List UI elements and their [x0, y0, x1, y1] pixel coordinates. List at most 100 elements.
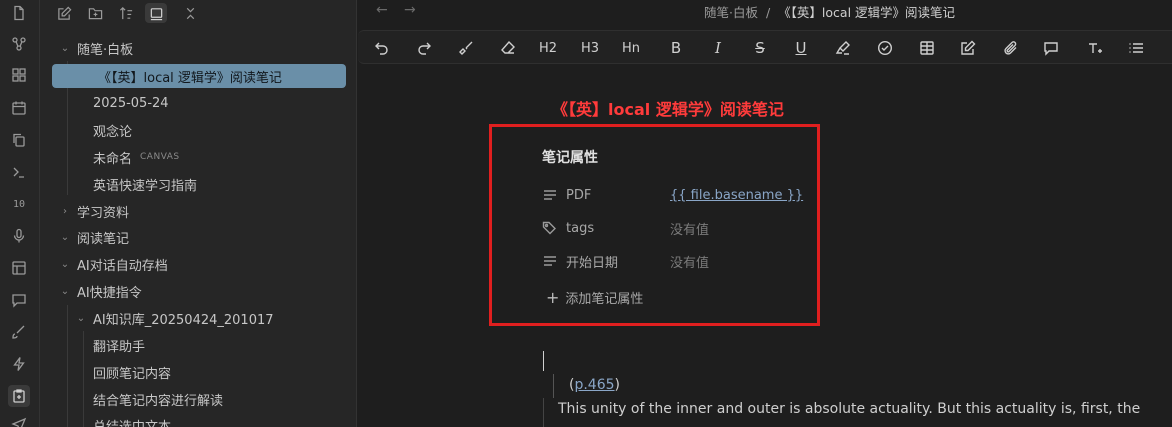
tree-item-label: 随笔·白板 — [77, 42, 134, 58]
quote-border — [553, 374, 554, 398]
tree-item-label: 结合笔记内容进行解读 — [93, 393, 224, 409]
property-tags[interactable]: tags 没有值 — [542, 216, 709, 240]
tree-item-label: 未命名 — [93, 151, 133, 167]
brush-icon[interactable] — [8, 321, 30, 343]
property-value[interactable]: {{ file.basename }} — [670, 188, 803, 203]
undo-icon[interactable] — [369, 36, 395, 60]
property-key[interactable]: tags — [566, 221, 670, 236]
new-note-icon[interactable] — [53, 3, 75, 23]
tree-file[interactable]: 总结选中文本 — [93, 413, 171, 427]
quote-border — [543, 398, 544, 427]
paren-close: ) — [614, 377, 620, 393]
strikethrough-icon[interactable]: S — [747, 36, 773, 60]
eraser-icon[interactable] — [495, 36, 521, 60]
send-icon[interactable] — [8, 413, 30, 427]
tree-folder[interactable]: › 学习资料 — [57, 199, 129, 223]
add-property-button[interactable]: + 添加笔记属性 — [546, 288, 643, 307]
breadcrumb-separator: / — [765, 5, 771, 20]
tree-item-label: 回顾笔记内容 — [93, 366, 172, 382]
note-title[interactable]: 《【英】local 逻辑学》阅读笔记 — [552, 96, 784, 120]
redo-icon[interactable] — [411, 36, 437, 60]
tree-file[interactable]: 结合笔记内容进行解读 — [93, 387, 223, 411]
comment-icon[interactable] — [1038, 36, 1064, 60]
chevron-down-icon: ⌄ — [60, 231, 70, 243]
mic-icon[interactable] — [8, 225, 30, 247]
property-value[interactable]: 没有值 — [670, 219, 709, 238]
graph-icon[interactable] — [8, 33, 30, 55]
editor-pane: ← → 随笔·白板 / 《【英】local 逻辑学》阅读笔记 H2 H3 Hn … — [358, 0, 1172, 427]
lightning-icon[interactable] — [8, 353, 30, 375]
tree-item-label: 翻译助手 — [93, 339, 146, 355]
table-icon[interactable] — [914, 36, 940, 60]
tree-item-label: 2025-05-24 — [93, 95, 169, 111]
ribbon: 10 — [0, 0, 40, 427]
text-lines-icon — [542, 253, 566, 269]
property-pdf[interactable]: PDF {{ file.basename }} — [542, 183, 803, 207]
tree-file-selected[interactable]: 《【英】local 逻辑学》阅读笔记 — [52, 64, 346, 88]
tree-file[interactable]: 回顾笔记内容 — [93, 360, 171, 384]
bold-icon[interactable]: B — [663, 36, 689, 60]
italic-icon[interactable]: I — [705, 36, 731, 60]
hn-icon[interactable]: Hn — [618, 36, 644, 60]
property-value[interactable]: 没有值 — [670, 252, 709, 271]
breadcrumb-parent[interactable]: 随笔·白板 — [704, 5, 758, 20]
h2-icon[interactable]: H2 — [535, 36, 561, 60]
text-lines-icon — [542, 187, 566, 203]
tree-item-label: 英语快速学习指南 — [93, 178, 198, 194]
new-folder-icon[interactable] — [84, 3, 106, 23]
blocks-icon[interactable] — [8, 64, 30, 86]
tree-file[interactable]: 2025-05-24 — [93, 91, 169, 115]
page-link[interactable]: p.465 — [574, 377, 614, 393]
tree-file[interactable]: 英语快速学习指南 — [93, 172, 197, 196]
tree-folder-suibi[interactable]: ⌄ 随笔·白板 — [57, 36, 133, 60]
calendar-icon[interactable] — [8, 97, 30, 119]
h3-icon[interactable]: H3 — [577, 36, 603, 60]
tree-item-label: 学习资料 — [77, 205, 130, 221]
sort-icon[interactable] — [115, 3, 137, 23]
tree-item-label: AI对话自动存档 — [77, 258, 168, 274]
breadcrumb: 随笔·白板 / 《【英】local 逻辑学》阅读笔记 — [704, 2, 955, 21]
tree-item-label: 观念论 — [93, 124, 133, 140]
property-start-date[interactable]: 开始日期 没有值 — [542, 249, 709, 273]
text-cursor — [543, 351, 544, 371]
chevron-down-icon: ⌄ — [60, 258, 70, 270]
attachment-icon[interactable] — [998, 36, 1024, 60]
list-icon[interactable] — [1123, 36, 1149, 60]
chat-icon[interactable] — [8, 289, 30, 311]
highlight-icon[interactable] — [830, 36, 856, 60]
chevron-down-icon: ⌄ — [60, 285, 70, 297]
tree-item-label: AI知识库_20250424_201017 — [93, 312, 274, 328]
tree-item-label: 《【英】local 逻辑学》阅读笔记 — [98, 70, 282, 86]
file-icon[interactable] — [8, 2, 30, 24]
forward-arrow-icon[interactable]: → — [404, 2, 416, 18]
breadcrumb-current[interactable]: 《【英】local 逻辑学》阅读笔记 — [778, 5, 955, 20]
underline-icon[interactable]: U — [788, 36, 814, 60]
tree-folder[interactable]: ⌄ AI对话自动存档 — [57, 252, 168, 276]
chevron-down-icon: ⌄ — [60, 42, 70, 54]
collapse-view-icon[interactable] — [145, 3, 167, 23]
export-icon[interactable] — [8, 385, 30, 407]
terminal-icon[interactable] — [8, 161, 30, 183]
back-arrow-icon[interactable]: ← — [376, 2, 388, 18]
property-key[interactable]: PDF — [566, 188, 670, 203]
copy-icon[interactable] — [8, 129, 30, 151]
tree-file[interactable]: 观念论 — [93, 118, 132, 142]
binary-icon[interactable]: 10 — [8, 193, 30, 215]
collapse-all-icon[interactable] — [179, 3, 201, 23]
tree-folder[interactable]: ⌄ AI知识库_20250424_201017 — [73, 306, 274, 330]
tags-icon — [542, 220, 566, 236]
checkbox-icon[interactable] — [872, 36, 898, 60]
tree-folder[interactable]: ⌄ 阅读笔记 — [57, 225, 129, 249]
body-paragraph[interactable]: This unity of the inner and outer is abs… — [558, 401, 1140, 417]
tree-file[interactable]: 翻译助手 — [93, 333, 145, 357]
tree-folder[interactable]: ⌄ AI快捷指令 — [57, 279, 142, 303]
property-key[interactable]: 开始日期 — [566, 252, 670, 271]
file-explorer: ⌄ 随笔·白板 《【英】local 逻辑学》阅读笔记 2025-05-24 观念… — [40, 0, 357, 427]
format-painter-icon[interactable] — [453, 36, 479, 60]
text-format-icon[interactable] — [1082, 36, 1108, 60]
canvas-tag: CANVAS — [140, 152, 180, 162]
layout-icon[interactable] — [8, 257, 30, 279]
tree-file-canvas[interactable]: 未命名 CANVAS — [93, 145, 180, 169]
edit-note-icon[interactable] — [955, 36, 981, 60]
tree-item-label: 阅读笔记 — [77, 231, 130, 247]
